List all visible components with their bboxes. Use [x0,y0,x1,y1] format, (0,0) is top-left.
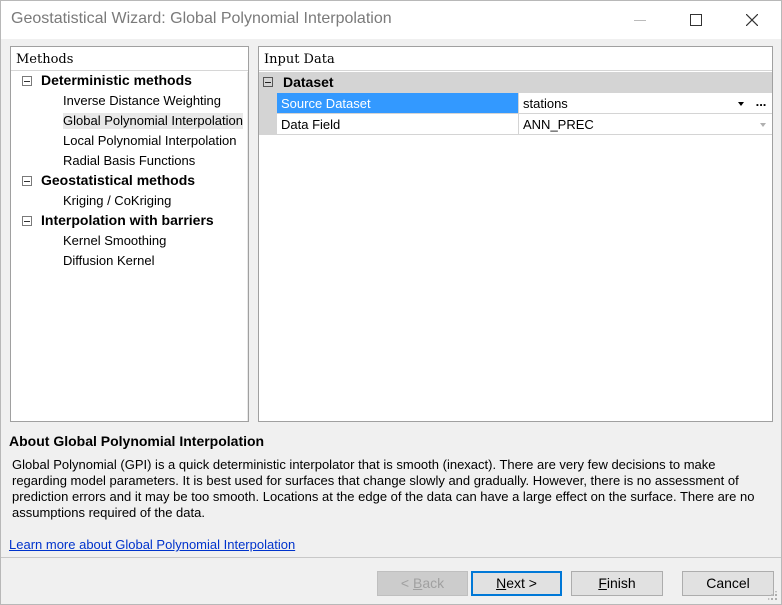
data-field-dropdown-button[interactable] [755,114,771,135]
item-label: Global Polynomial Interpolation [63,113,243,129]
window-title: Geostatistical Wizard: Global Polynomial… [11,10,392,27]
maximize-button[interactable] [673,1,719,39]
divider [247,72,248,421]
item-label: Inverse Distance Weighting [63,93,222,108]
item-label: Local Polynomial Interpolation [63,133,237,148]
back-label: ack [422,575,445,591]
tree-item-lpi[interactable]: Local Polynomial Interpolation [11,131,248,151]
section-label: Dataset [283,74,334,90]
tree-group-geostatistical[interactable]: Geostatistical methods [11,171,248,191]
source-dataset-label: Source Dataset [277,93,519,114]
item-label: Kernel Smoothing [63,233,167,248]
group-label: Interpolation with barriers [41,212,214,228]
close-button[interactable] [729,1,775,39]
methods-header: Methods [11,47,248,71]
back-button[interactable]: < Back [377,571,468,596]
row-gutter [259,93,277,114]
finish-accesskey: F [598,575,607,591]
tree-item-rbf[interactable]: Radial Basis Functions [11,151,248,171]
data-field-value[interactable]: ANN_PREC [519,114,772,135]
about-section: About Global Polynomial Interpolation Gl… [9,433,769,552]
tree-group-deterministic[interactable]: Deterministic methods [11,71,248,91]
cancel-button[interactable]: Cancel [682,571,774,596]
tree-item-gpi[interactable]: Global Polynomial Interpolation [11,111,248,131]
group-label: Deterministic methods [41,72,192,88]
next-label: ext > [506,575,537,591]
minimize-button[interactable] [617,1,663,39]
collapse-icon[interactable] [22,216,32,226]
tree-item-kernel-smoothing[interactable]: Kernel Smoothing [11,231,248,251]
item-label: Radial Basis Functions [63,153,196,168]
divider [1,557,781,558]
collapse-icon[interactable] [263,77,273,87]
minimize-icon [634,19,646,21]
source-dataset-text: stations [523,96,568,111]
input-data-panel: Input Data Dataset Source Dataset statio… [258,46,773,422]
item-label: Kriging / CoKriging [63,193,172,208]
tree-item-diffusion-kernel[interactable]: Diffusion Kernel [11,251,248,271]
resize-grip-icon[interactable] [768,591,778,601]
row-gutter [259,114,277,135]
about-title: About Global Polynomial Interpolation [9,433,265,449]
dataset-section[interactable]: Dataset [259,72,772,93]
wizard-window: Geostatistical Wizard: Global Polynomial… [0,0,782,605]
finish-label: inish [606,575,636,591]
finish-button[interactable]: Finish [571,571,663,596]
data-field-text: ANN_PREC [523,117,594,132]
collapse-icon[interactable] [22,176,32,186]
group-label: Geostatistical methods [41,172,196,188]
about-text: Global Polynomial (GPI) is a quick deter… [12,457,755,520]
source-dataset-row[interactable]: Source Dataset stations ... [259,93,772,114]
methods-panel: Methods Deterministic methods Inverse Di… [10,46,249,422]
next-accesskey: N [496,575,507,591]
close-icon [746,14,758,26]
source-dataset-dropdown-button[interactable] [733,93,749,114]
learn-more-link[interactable]: Learn more about Global Polynomial Inter… [9,537,295,552]
next-button[interactable]: Next > [471,571,562,596]
maximize-icon [690,14,702,26]
data-field-row[interactable]: Data Field ANN_PREC [259,114,772,135]
item-label: Diffusion Kernel [63,253,155,268]
collapse-icon[interactable] [22,76,32,86]
chevron-down-icon [760,122,766,127]
back-prefix: < [400,575,413,591]
tree-item-idw[interactable]: Inverse Distance Weighting [11,91,248,111]
tree-item-kriging[interactable]: Kriging / CoKriging [11,191,248,211]
chevron-down-icon [738,101,744,106]
data-field-label: Data Field [277,114,519,135]
title-bar: Geostatistical Wizard: Global Polynomial… [1,1,781,39]
methods-tree: Deterministic methods Inverse Distance W… [11,71,248,271]
input-data-header: Input Data [259,47,772,71]
tree-group-barriers[interactable]: Interpolation with barriers [11,211,248,231]
back-accesskey: B [412,575,423,591]
browse-button[interactable]: ... [751,93,771,114]
